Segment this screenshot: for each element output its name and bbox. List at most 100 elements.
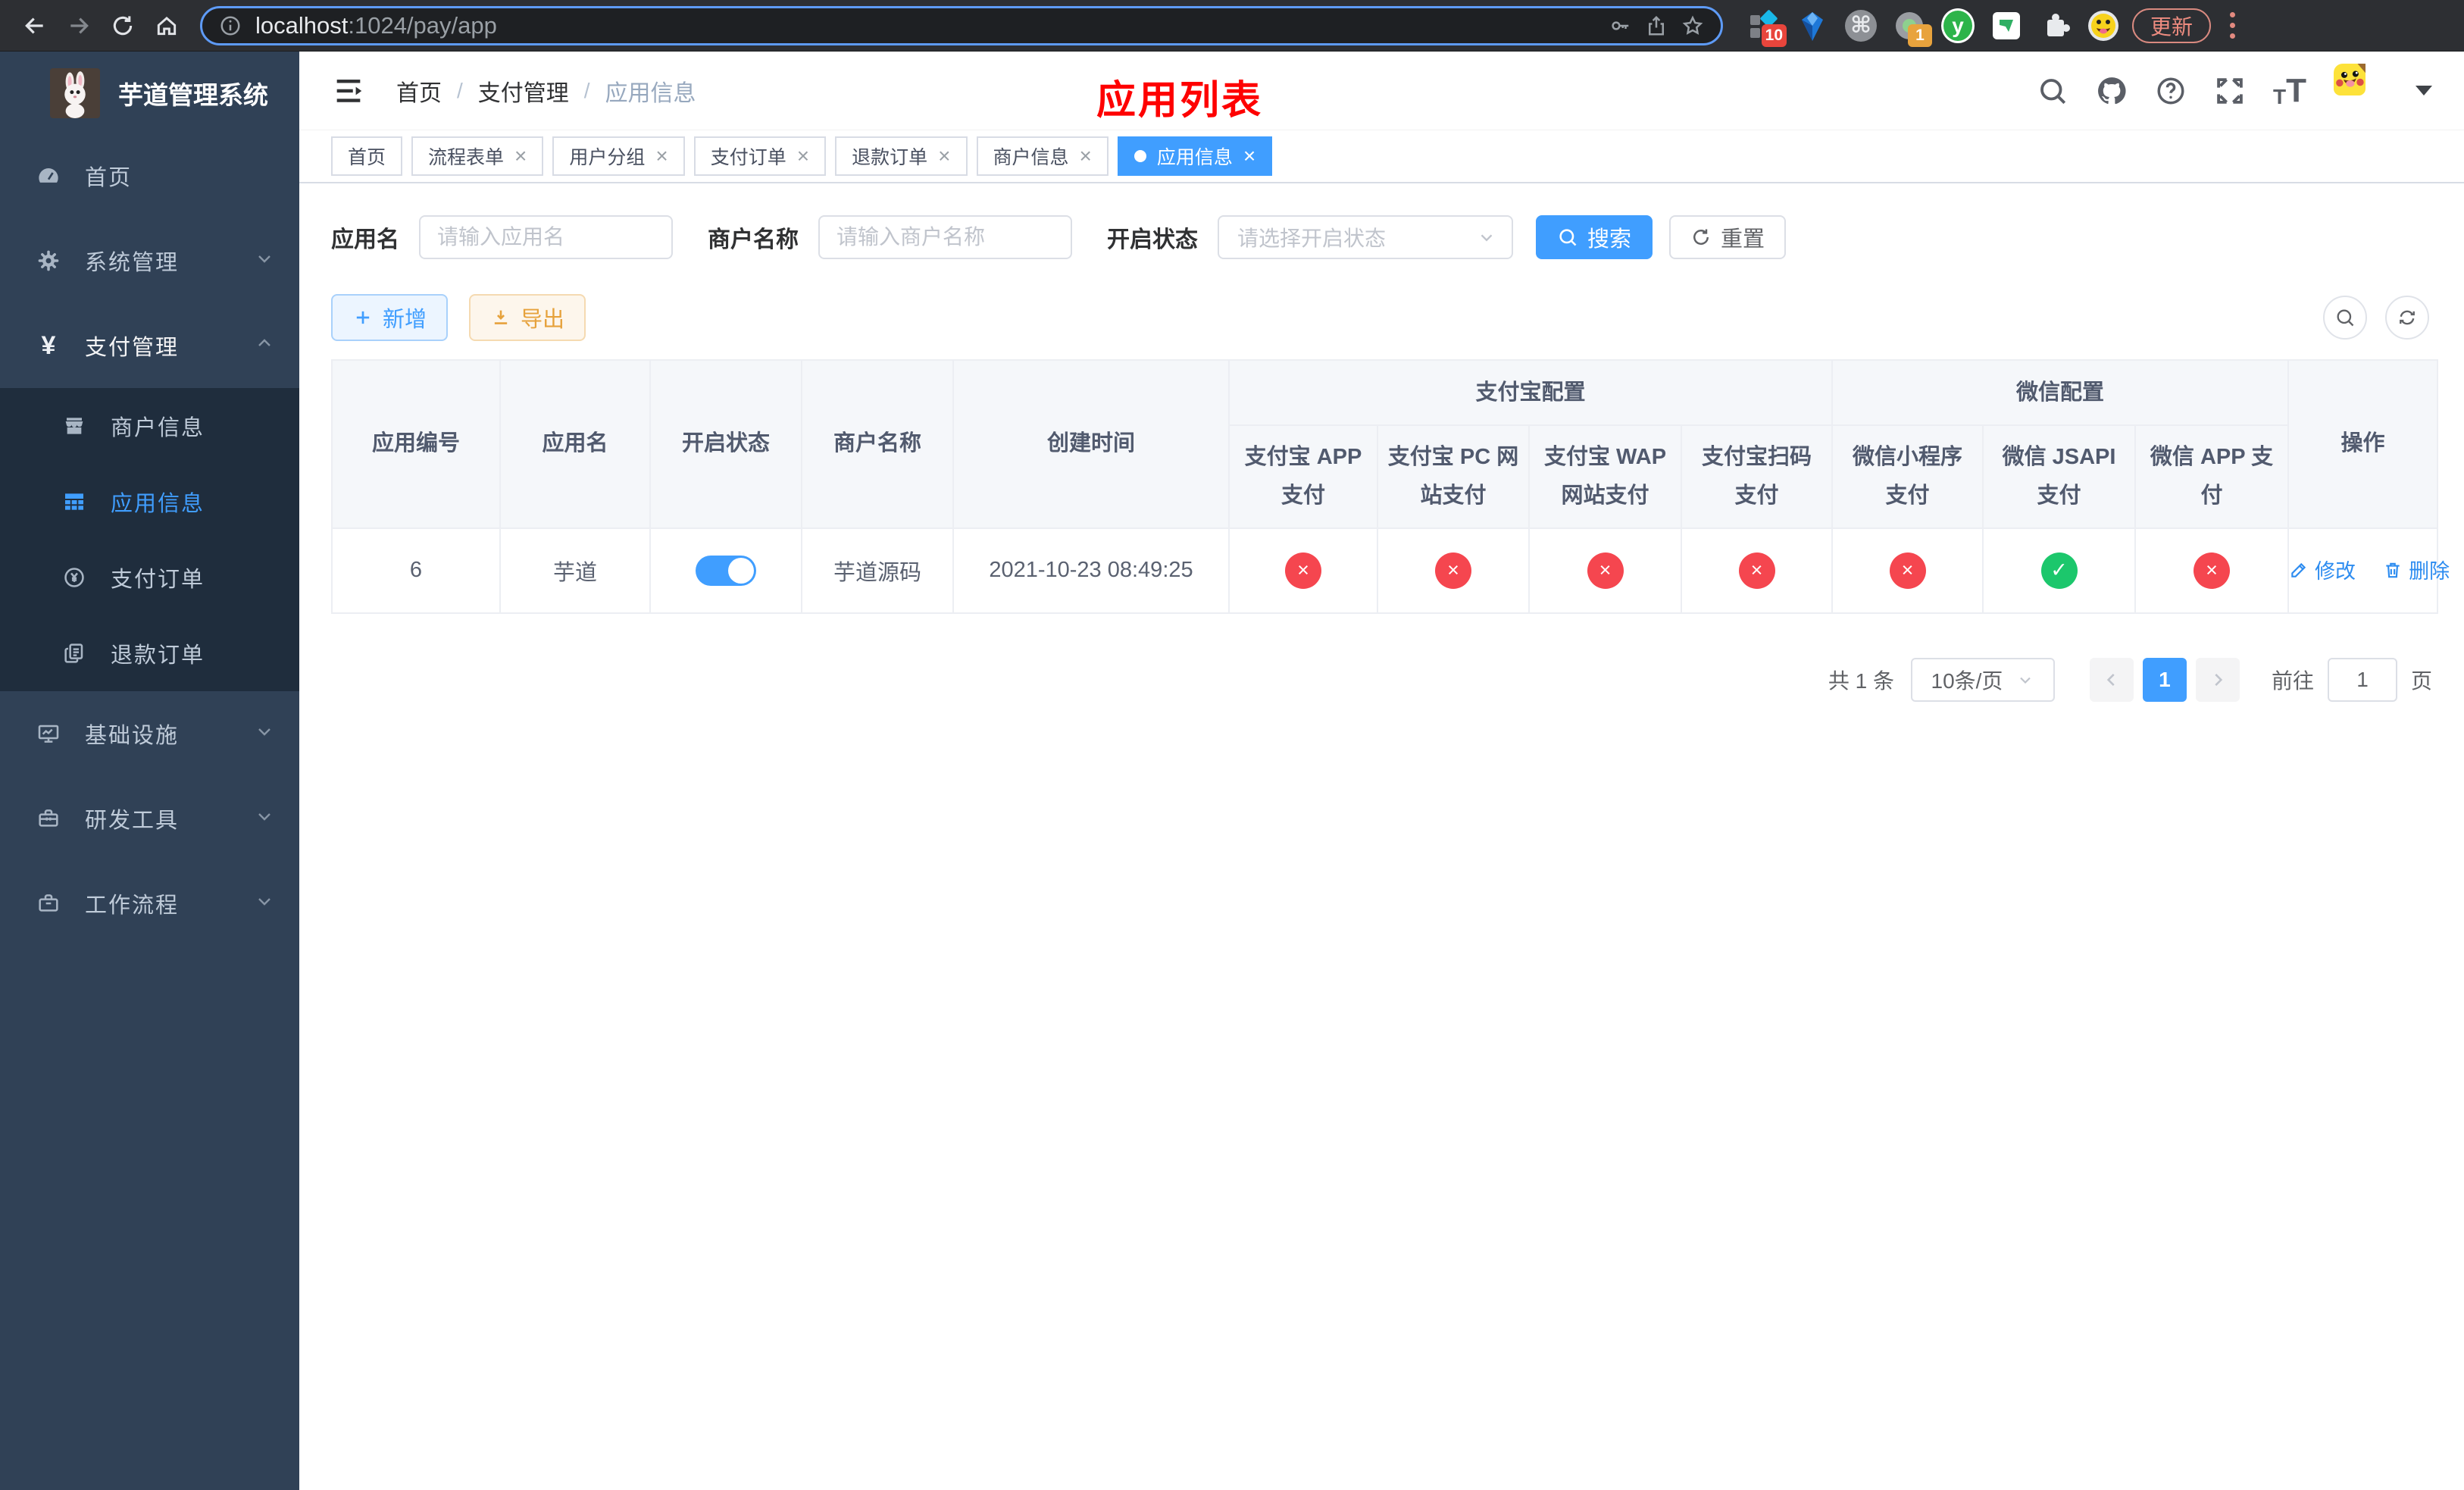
page-content: 应用名 商户名称 开启状态 请选择开启状态 搜索 重置 <box>299 183 2464 1490</box>
sidebar-item-system[interactable]: 系统管理 <box>0 218 299 303</box>
payment-submenu: 商户信息 应用信息 支付订单 退款订单 <box>0 388 299 691</box>
cell-alipay-pc: × <box>1377 527 1530 614</box>
table-toolbar: 新增 导出 <box>331 294 2437 341</box>
refresh-icon <box>1693 229 1709 245</box>
status-toggle[interactable] <box>696 555 756 586</box>
search-icon <box>2337 309 2354 327</box>
status-select[interactable]: 请选择开启状态 <box>1218 215 1513 259</box>
share-icon[interactable] <box>1645 14 1668 37</box>
info-icon[interactable] <box>219 14 242 37</box>
fullscreen-icon[interactable] <box>2214 75 2246 107</box>
extension-badge: 10 <box>1761 23 1787 47</box>
download-icon <box>494 310 508 324</box>
show-search-button[interactable] <box>2323 296 2367 340</box>
app-name-label: 应用名 <box>331 227 399 252</box>
status-label: 开启状态 <box>1107 227 1198 252</box>
sidebar-item-pay-order[interactable]: 支付订单 <box>0 540 299 615</box>
total-count: 共 1 条 <box>1828 668 1894 693</box>
breadcrumb-home[interactable]: 首页 <box>396 74 442 108</box>
search-button[interactable]: 搜索 <box>1536 215 1653 259</box>
tab-process-form[interactable]: 流程表单 × <box>411 136 544 176</box>
forward-icon[interactable] <box>59 6 98 45</box>
col-alipay-pc: 支付宝 PC 网站支付 <box>1377 424 1530 529</box>
col-actions: 操作 <box>2287 359 2439 529</box>
close-icon[interactable]: × <box>514 146 527 167</box>
refresh-table-button[interactable] <box>2385 296 2429 340</box>
chevron-down-icon <box>1481 234 1493 242</box>
help-icon[interactable] <box>2155 75 2187 107</box>
tab-pay-order[interactable]: 支付订单 × <box>693 136 827 176</box>
sidebar-item-refund-order[interactable]: 退款订单 <box>0 615 299 691</box>
cell-merchant: 芋道源码 <box>801 527 954 614</box>
col-merchant: 商户名称 <box>801 359 954 529</box>
caret-down-icon[interactable] <box>2416 86 2432 95</box>
sidebar-item-infrastructure[interactable]: 基础设施 <box>0 691 299 776</box>
goto-page-input[interactable] <box>2327 657 2397 702</box>
app-name-input[interactable] <box>419 215 673 259</box>
tab-home[interactable]: 首页 <box>331 136 403 176</box>
user-avatar[interactable] <box>2334 63 2388 118</box>
extensions-puzzle-icon[interactable] <box>2038 9 2072 42</box>
browser-menu-icon[interactable] <box>2226 12 2238 39</box>
sidebar-collapse-icon[interactable] <box>331 74 366 108</box>
cell-alipay-qr: × <box>1680 527 1834 614</box>
browser-update-button[interactable]: 更新 <box>2132 8 2212 43</box>
sidebar-item-merchant-info[interactable]: 商户信息 <box>0 388 299 464</box>
col-wx-mini: 微信小程序支付 <box>1831 424 1984 529</box>
breadcrumb-payment[interactable]: 支付管理 <box>478 74 569 108</box>
close-icon[interactable]: × <box>1080 146 1092 167</box>
page-size-select[interactable]: 10条/页 <box>1910 657 2055 702</box>
url-text[interactable]: localhost:1024/pay/app <box>255 12 1595 39</box>
sidebar-item-dev-tools[interactable]: 研发工具 <box>0 776 299 861</box>
reload-icon[interactable] <box>103 6 142 45</box>
merchant-name-label: 商户名称 <box>708 227 799 252</box>
extension-chat-icon[interactable] <box>1990 9 2023 42</box>
tab-app-info[interactable]: 应用信息 × <box>1117 136 1273 176</box>
close-icon[interactable]: × <box>1243 146 1255 167</box>
reset-button[interactable]: 重置 <box>1669 215 1787 259</box>
github-icon[interactable] <box>2096 75 2128 107</box>
bookmark-star-icon[interactable] <box>1681 14 1704 37</box>
search-icon[interactable] <box>2037 75 2068 107</box>
status-cross-icon: × <box>2194 552 2231 589</box>
cell-created: 2021-10-23 08:49:25 <box>952 527 1230 614</box>
close-icon[interactable]: × <box>938 146 950 167</box>
extension-gem-icon[interactable] <box>1796 9 1829 42</box>
tab-user-group[interactable]: 用户分组 × <box>552 136 685 176</box>
sidebar-item-workflow[interactable]: 工作流程 <box>0 861 299 946</box>
close-icon[interactable]: × <box>655 146 668 167</box>
font-size-icon[interactable]: TT <box>2273 74 2306 108</box>
table-row: 6 芋道 芋道源码 2021-10-23 08:49:25 × × × × × … <box>331 527 2450 614</box>
export-button[interactable]: 导出 <box>469 294 586 341</box>
extension-y-icon[interactable]: y <box>1941 8 1975 43</box>
next-page-button[interactable] <box>2195 657 2240 702</box>
chevron-down-icon <box>255 806 274 831</box>
col-alipay-wap: 支付宝 WAP 网站支付 <box>1528 424 1682 529</box>
home-icon[interactable] <box>147 6 186 45</box>
extension-command-icon[interactable]: ⌘ <box>1844 9 1878 42</box>
edit-link[interactable]: 修改 <box>2289 555 2356 584</box>
status-check-icon: ✓ <box>2040 552 2078 589</box>
status-cross-icon: × <box>1738 552 1775 589</box>
sidebar-item-home[interactable]: 首页 <box>0 133 299 218</box>
sidebar-item-payment[interactable]: ¥ 支付管理 <box>0 303 299 388</box>
chevron-left-icon <box>2106 673 2115 686</box>
add-button[interactable]: 新增 <box>331 294 449 341</box>
delete-link[interactable]: 删除 <box>2383 555 2450 584</box>
extension-emoji-icon[interactable] <box>2087 9 2120 42</box>
extension-record-icon[interactable]: 1 <box>1893 9 1932 47</box>
tab-refund-order[interactable]: 退款订单 × <box>835 136 968 176</box>
page-number-active[interactable]: 1 <box>2142 657 2187 702</box>
tab-merchant-info[interactable]: 商户信息 × <box>976 136 1108 176</box>
extension-blocks-icon[interactable]: 10 <box>1747 9 1787 47</box>
prev-page-button[interactable] <box>2089 657 2134 702</box>
close-icon[interactable]: × <box>797 146 809 167</box>
key-icon[interactable] <box>1609 14 1631 37</box>
cell-wx-app: × <box>2134 527 2290 614</box>
back-icon[interactable] <box>15 6 55 45</box>
sidebar-item-app-info[interactable]: 应用信息 <box>0 464 299 540</box>
col-created: 创建时间 <box>952 359 1230 529</box>
yen-circle-icon <box>58 565 91 590</box>
url-bar[interactable]: localhost:1024/pay/app <box>200 5 1723 45</box>
merchant-name-input[interactable] <box>818 215 1072 259</box>
